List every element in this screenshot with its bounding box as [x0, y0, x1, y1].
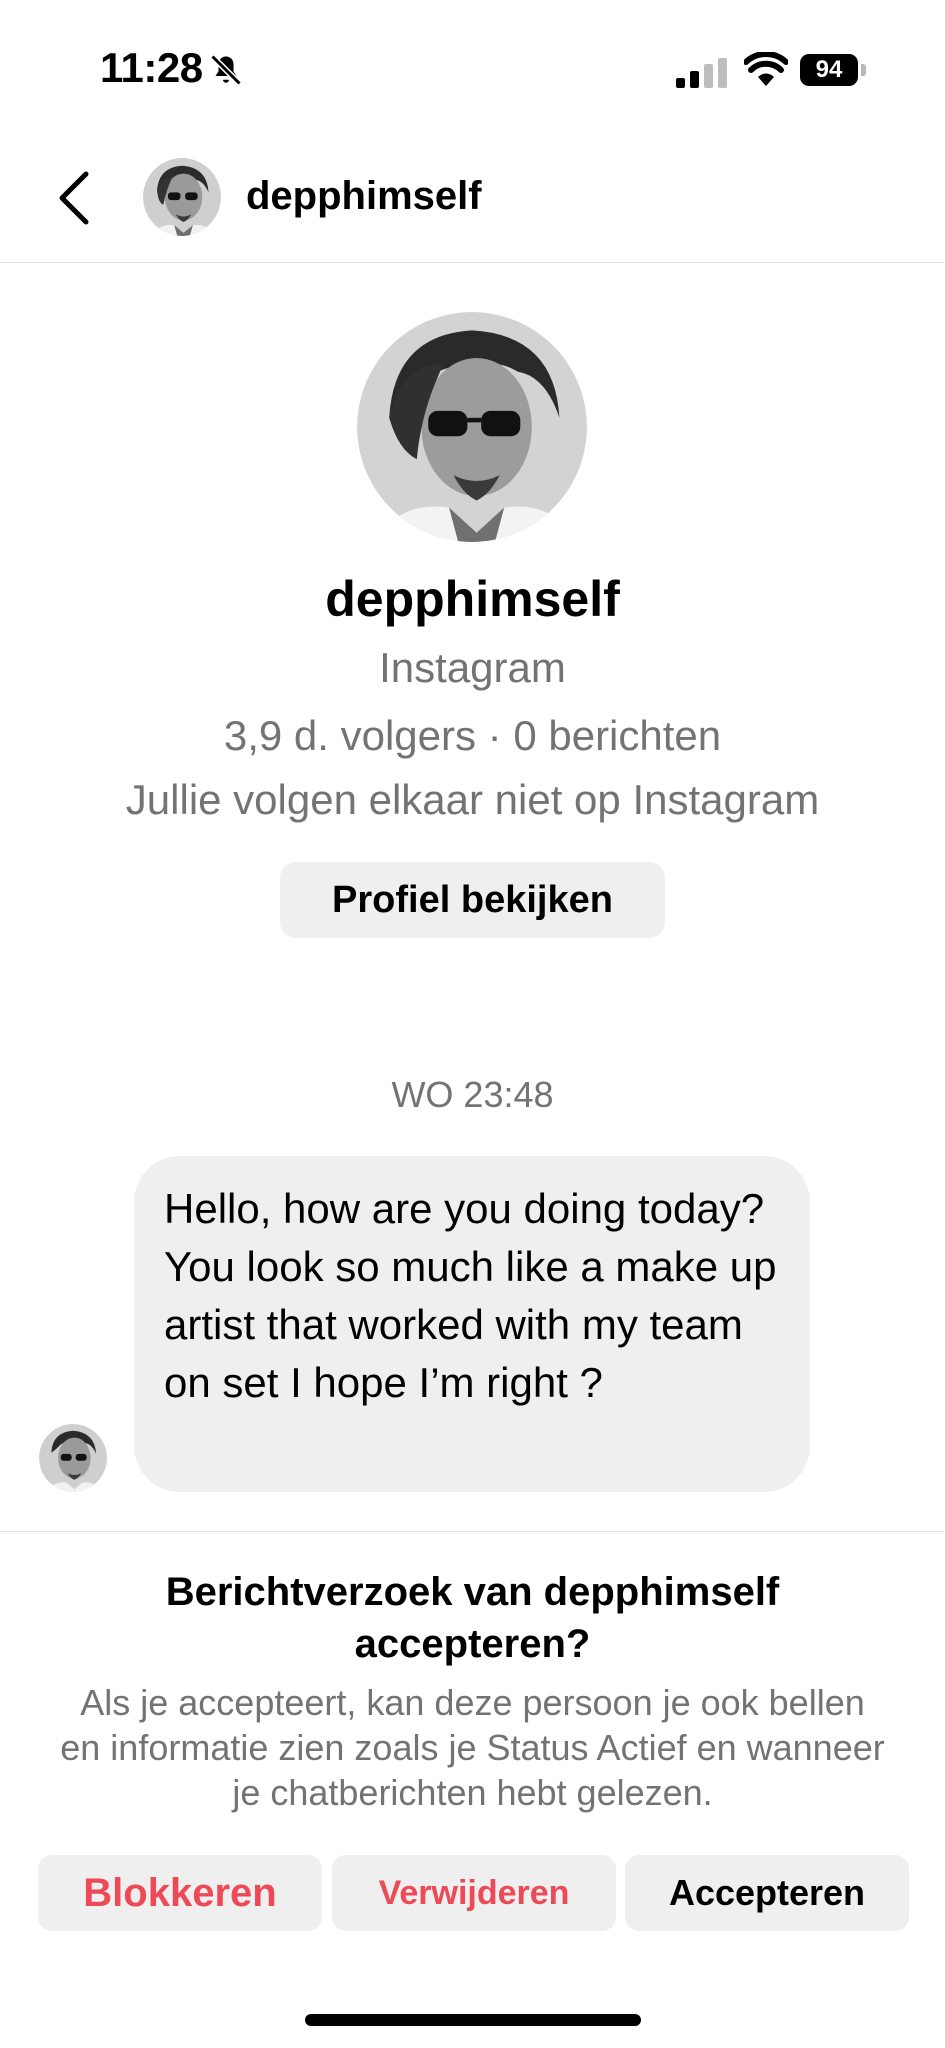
follow-status-note: Jullie volgen elkaar niet op Instagram — [125, 776, 820, 823]
bell-slash-icon — [210, 54, 242, 86]
status-time: 11:28 — [100, 44, 203, 91]
header-divider — [0, 262, 945, 263]
back-chevron-icon[interactable] — [54, 168, 94, 228]
header-username[interactable]: depphimself — [246, 174, 482, 219]
sender-avatar[interactable] — [39, 1424, 107, 1492]
profile-subtitle: Instagram — [379, 644, 566, 691]
profile-stats: 3,9 d. volgers · 0 berichten — [223, 712, 722, 759]
battery-level: 94 — [800, 54, 858, 86]
request-title-line2: accepteren? — [354, 1622, 591, 1666]
home-indicator[interactable] — [305, 2014, 641, 2026]
request-description: Als je accepteert, kan deze persoon je o… — [60, 1682, 885, 1813]
profile-name: depphimself — [325, 571, 620, 627]
header-avatar[interactable] — [143, 158, 221, 236]
request-title: Berichtverzoek van depphimself acceptere… — [0, 1566, 945, 1670]
view-profile-button[interactable]: Profiel bekijken — [280, 862, 665, 938]
cellular-signal-icon — [676, 58, 727, 88]
accept-button[interactable]: Accepteren — [625, 1855, 909, 1931]
request-divider — [0, 1531, 945, 1532]
wifi-icon — [744, 52, 788, 86]
battery-icon: 94 — [800, 54, 868, 86]
message-bubble[interactable]: Hello, how are you doing today? You look… — [134, 1156, 810, 1492]
block-button[interactable]: Blokkeren — [38, 1855, 322, 1931]
delete-button[interactable]: Verwijderen — [332, 1855, 616, 1931]
request-title-line1: Berichtverzoek van depphimself — [165, 1570, 780, 1614]
profile-avatar[interactable] — [357, 312, 587, 542]
message-timestamp: WO 23:48 — [391, 1074, 554, 1115]
